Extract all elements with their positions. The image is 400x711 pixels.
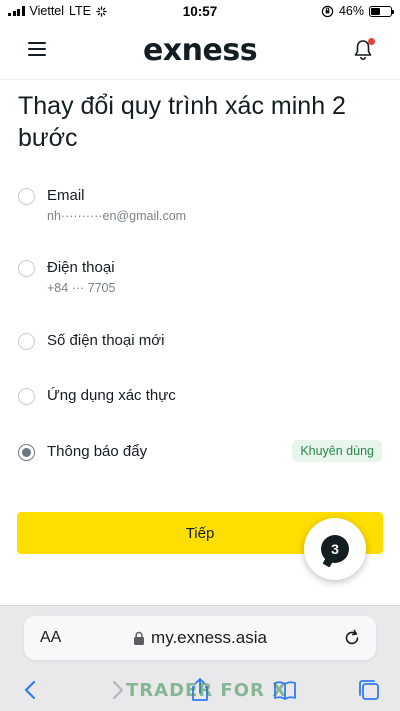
option-label: Ứng dụng xác thực: [47, 387, 176, 404]
exness-logo[interactable]: exness: [143, 33, 258, 68]
radio-new-phone[interactable]: [18, 333, 35, 350]
back-icon[interactable]: [18, 677, 44, 703]
browser-address-bar: AA my.exness.asia: [0, 605, 400, 669]
radio-email[interactable]: [18, 188, 35, 205]
url-text: my.exness.asia: [151, 628, 267, 647]
status-right: 46%: [321, 4, 394, 18]
network-type: LTE: [69, 4, 92, 18]
carrier-name: Viettel: [29, 4, 65, 18]
browser-toolbar: [0, 669, 400, 711]
option-sublabel: +84 ··· 7705: [47, 281, 116, 295]
battery-percent: 46%: [338, 4, 364, 18]
share-icon[interactable]: [187, 677, 213, 703]
option-label: Số điện thoại mới: [47, 332, 165, 349]
app-header: exness: [0, 22, 400, 80]
option-phone[interactable]: Điện thoại +84 ··· 7705: [18, 258, 382, 297]
forward-icon[interactable]: [104, 677, 130, 703]
option-authenticator-app[interactable]: Ứng dụng xác thực: [18, 386, 382, 406]
option-new-phone[interactable]: Số điện thoại mới: [18, 331, 382, 351]
radio-authenticator-app[interactable]: [18, 388, 35, 405]
battery-icon: [369, 5, 394, 17]
status-bar: Viettel LTE 10:57 46%: [0, 0, 400, 22]
status-left: Viettel LTE: [8, 4, 107, 18]
radio-phone[interactable]: [18, 260, 35, 277]
hamburger-menu-icon[interactable]: [28, 42, 46, 56]
recommended-badge: Khuyên dùng: [292, 440, 382, 462]
chat-bubble-icon: 3: [321, 535, 349, 563]
option-push-notification[interactable]: Thông báo đẩy Khuyên dùng: [18, 440, 382, 462]
notification-dot: [368, 38, 375, 45]
notification-bell-button[interactable]: [352, 38, 375, 62]
lock-icon: [134, 631, 145, 645]
option-email[interactable]: Email nh··········en@gmail.com: [18, 186, 382, 225]
bookmarks-icon[interactable]: [272, 677, 298, 703]
signal-icon: [8, 6, 25, 16]
radio-push-notification[interactable]: [18, 444, 35, 461]
orientation-lock-icon: [321, 5, 334, 17]
reload-icon[interactable]: [342, 628, 362, 648]
live-chat-button[interactable]: 3: [304, 518, 366, 580]
reader-settings-button[interactable]: AA: [40, 629, 61, 647]
url-field[interactable]: AA my.exness.asia: [24, 616, 376, 660]
option-label: Thông báo đẩy: [47, 443, 148, 460]
option-label: Điện thoại: [47, 259, 115, 276]
tabs-icon[interactable]: [356, 677, 382, 703]
chat-count: 3: [331, 541, 339, 557]
page-title: Thay đổi quy trình xác minh 2 bước: [18, 92, 346, 152]
option-sublabel: nh··········en@gmail.com: [47, 209, 187, 223]
option-label: Email: [47, 187, 85, 204]
activity-spinner-icon: [96, 5, 107, 17]
